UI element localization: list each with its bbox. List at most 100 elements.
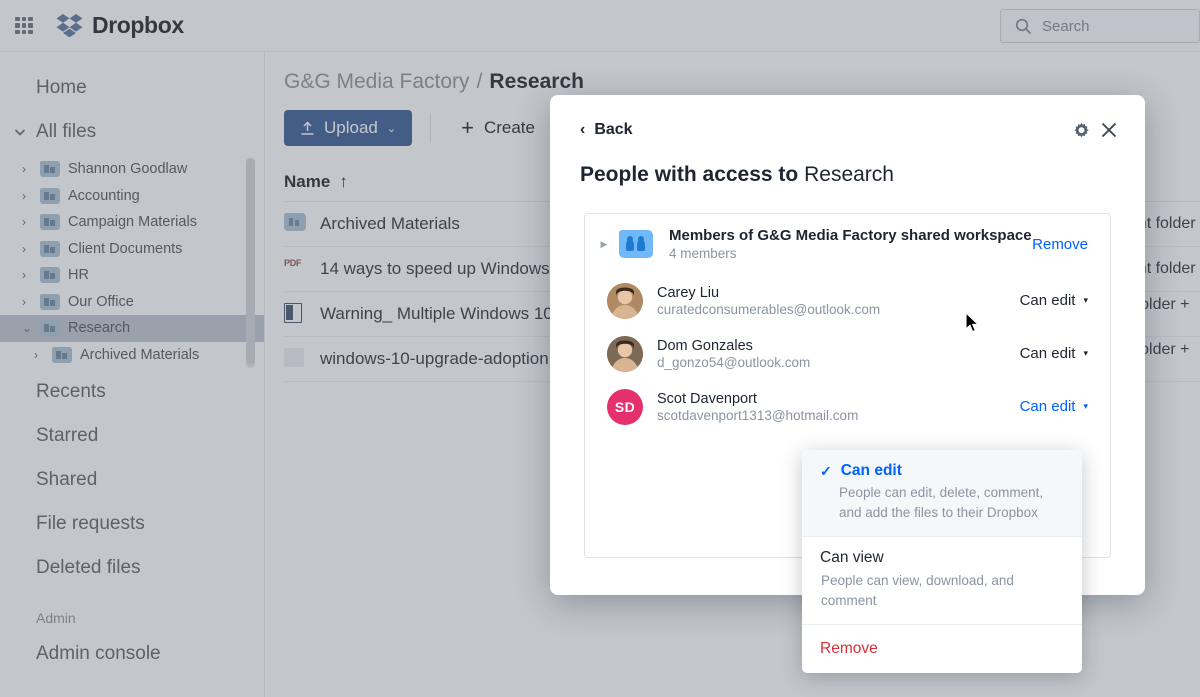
dropdown-option-label: Can view — [820, 549, 884, 567]
app-root: Dropbox Search Home All files — [0, 0, 1200, 697]
permission-dropdown-trigger[interactable]: Can edit▾ — [1020, 345, 1088, 362]
breadcrumb-current: Research — [489, 70, 584, 94]
sidebar-folder-label: Research — [68, 320, 130, 336]
remove-workspace-link[interactable]: Remove — [1032, 236, 1088, 253]
upload-button[interactable]: Upload ⌄ — [284, 110, 412, 146]
share-access-modal: ‹ Back People with access to Research — [550, 95, 1145, 595]
search-placeholder: Search — [1042, 18, 1090, 35]
chevron-down-icon: ⌄ — [387, 122, 396, 135]
sidebar-folder-label: Client Documents — [68, 241, 182, 257]
person-row: Dom Gonzalesd_gonzo54@outlook.comCan edi… — [585, 327, 1110, 380]
chevron-right-icon[interactable]: › — [22, 269, 32, 281]
sidebar-item-shared[interactable]: Shared — [0, 458, 264, 502]
sidebar-item-label: All files — [36, 121, 96, 143]
chevron-right-icon[interactable]: › — [22, 190, 32, 202]
avatar — [607, 283, 643, 319]
tree-scrollbar[interactable] — [246, 158, 255, 368]
person-email: d_gonzo54@outlook.com — [657, 355, 1020, 370]
folder-icon — [40, 294, 60, 310]
folder-icon — [52, 347, 72, 363]
person-text: Scot Davenportscotdavenport1313@hotmail.… — [657, 391, 1020, 423]
modal-title: People with access to Research — [550, 163, 1145, 187]
dropdown-option-title: Can view — [820, 549, 1064, 567]
chevron-right-icon[interactable]: › — [22, 163, 32, 175]
sidebar-folder-label: Campaign Materials — [68, 214, 197, 230]
grid-apps-icon[interactable] — [14, 16, 34, 36]
close-icon[interactable] — [1095, 116, 1123, 144]
dropbox-logo[interactable]: Dropbox — [56, 12, 184, 39]
file-name-label: Warning_ Multiple Windows 10 ... — [320, 304, 572, 324]
gear-icon[interactable] — [1067, 116, 1095, 144]
avatar — [607, 336, 643, 372]
sidebar: Home All files › Shannon Goodlaw › Accounti… — [0, 52, 265, 697]
folder-icon — [40, 267, 60, 283]
pdf-icon: PDF — [284, 258, 306, 280]
sidebar-item-admin-console[interactable]: Admin console — [0, 632, 264, 676]
person-text: Dom Gonzalesd_gonzo54@outlook.com — [657, 338, 1020, 370]
sidebar-section-admin: Admin — [0, 604, 264, 632]
create-button[interactable]: + Create — [449, 110, 547, 146]
chevron-right-icon[interactable]: › — [34, 349, 44, 361]
sidebar-item-label: Home — [36, 77, 87, 99]
chevron-right-icon[interactable]: › — [22, 243, 32, 255]
person-name: Scot Davenport — [657, 391, 1020, 407]
breadcrumb-root[interactable]: G&G Media Factory — [284, 70, 470, 94]
sidebar-item-file-requests[interactable]: File requests — [0, 502, 264, 546]
upload-icon — [300, 121, 315, 136]
dropdown-option-can-edit[interactable]: ✓ Can edit People can edit, delete, comm… — [802, 450, 1082, 536]
triangle-right-icon[interactable]: ▶ — [597, 239, 611, 250]
search-input[interactable]: Search — [1000, 9, 1200, 43]
sidebar-folder-accounting[interactable]: › Accounting — [0, 183, 264, 210]
folder-icon — [284, 213, 306, 235]
avatar: SD — [607, 389, 643, 425]
person-name: Carey Liu — [657, 285, 1020, 301]
sidebar-item-label: Shared — [36, 469, 97, 491]
person-email: scotdavenport1313@hotmail.com — [657, 408, 1020, 423]
sidebar-folder-campaign-materials[interactable]: › Campaign Materials — [0, 209, 264, 236]
sidebar-item-label: Recents — [36, 381, 106, 403]
folder-tree: › Shannon Goodlaw › Accounting › Campaign Mat… — [0, 156, 264, 370]
sidebar-item-label: Deleted files — [36, 557, 141, 579]
workspace-group-row[interactable]: ▶ Members of G&G Media Factory shared wo… — [585, 214, 1110, 274]
sidebar-item-deleted-files[interactable]: Deleted files — [0, 546, 264, 590]
workspace-group-text: Members of G&G Media Factory shared work… — [669, 227, 1032, 261]
sidebar-folder-research[interactable]: ⌄ Research — [0, 315, 264, 342]
sidebar-folder-label: Accounting — [68, 188, 140, 204]
dropdown-option-can-view[interactable]: Can view People can view, download, and … — [802, 537, 1082, 624]
sidebar-folder-label: Shannon Goodlaw — [68, 161, 187, 177]
tree-scrollbar-thumb[interactable] — [246, 158, 255, 364]
sidebar-folder-label: Our Office — [68, 294, 134, 310]
folder-icon — [40, 320, 60, 336]
check-icon: ✓ — [820, 463, 832, 480]
permission-dropdown-trigger[interactable]: Can edit▾ — [1020, 292, 1088, 309]
chevron-down-icon: ▾ — [1083, 296, 1088, 305]
permission-dropdown-trigger[interactable]: Can edit▾ — [1020, 398, 1088, 415]
workspace-group-name: Members of G&G Media Factory shared work… — [669, 227, 1032, 244]
chevron-right-icon[interactable]: › — [22, 216, 32, 228]
modal-title-bold: People with access to — [580, 163, 798, 186]
chevron-down-icon[interactable]: ⌄ — [22, 322, 32, 334]
folder-icon — [40, 161, 60, 177]
sidebar-item-recents[interactable]: Recents — [0, 370, 264, 414]
close-glyph-icon — [1100, 121, 1118, 139]
sidebar-folder-archived-materials[interactable]: ›Archived Materials — [0, 342, 264, 369]
chevron-right-icon[interactable]: › — [22, 296, 32, 308]
dropdown-option-description: People can view, download, and comment — [820, 571, 1064, 610]
sidebar-folder-shannon-goodlaw[interactable]: › Shannon Goodlaw — [0, 156, 264, 183]
sidebar-folder-our-office[interactable]: › Our Office — [0, 289, 264, 316]
dropdown-option-remove[interactable]: Remove — [802, 625, 1082, 673]
sidebar-item-all-files[interactable]: All files — [0, 110, 264, 154]
permission-label: Can edit — [1020, 398, 1076, 415]
permission-label: Can edit — [1020, 345, 1076, 362]
top-bar: Dropbox Search — [0, 0, 1200, 52]
sidebar-folder-label: HR — [68, 267, 89, 283]
mouse-cursor — [965, 312, 981, 334]
sidebar-item-home[interactable]: Home — [0, 66, 264, 110]
column-name-label: Name — [284, 172, 330, 192]
avatar-initials: SD — [615, 399, 635, 415]
shared-folder-people-icon — [619, 230, 653, 258]
sidebar-item-starred[interactable]: Starred — [0, 414, 264, 458]
sidebar-folder-hr[interactable]: › HR — [0, 262, 264, 289]
back-button[interactable]: ‹ Back — [580, 121, 633, 139]
sidebar-folder-client-documents[interactable]: › Client Documents — [0, 236, 264, 263]
